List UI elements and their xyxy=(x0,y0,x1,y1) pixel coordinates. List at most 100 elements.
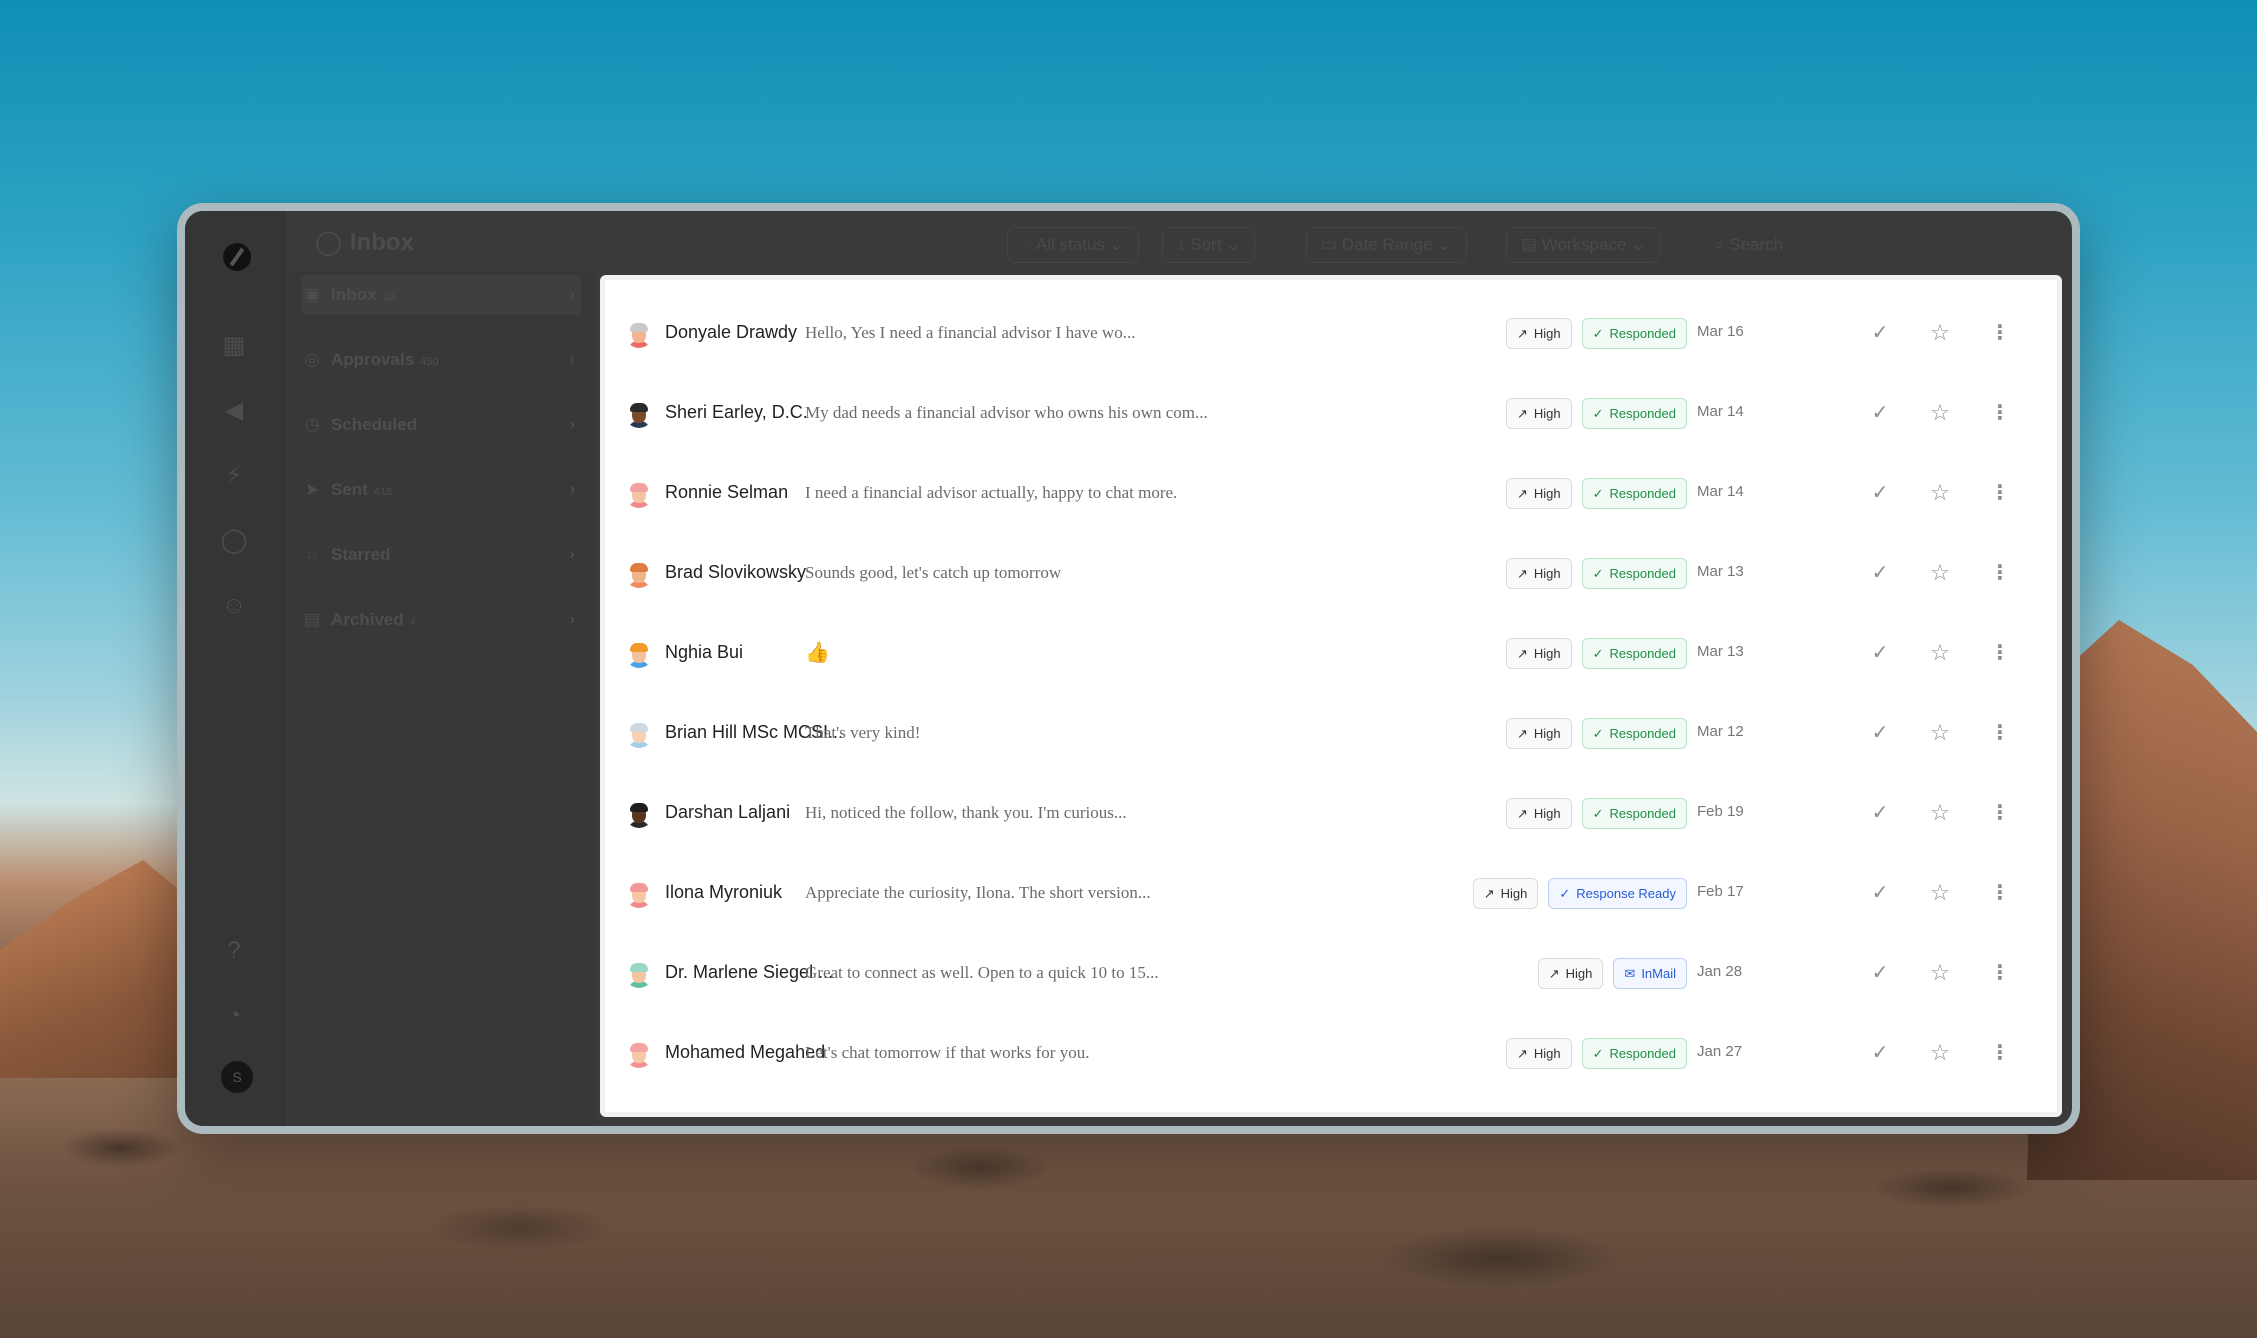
message-tags: ↗ High ✓ Responded xyxy=(1505,718,1687,749)
mark-done-button[interactable]: ✓ xyxy=(1863,1036,1897,1070)
lightning-icon[interactable]: ⚡ xyxy=(219,461,249,491)
chat-icon[interactable]: ◯ xyxy=(219,526,249,556)
star-button[interactable]: ☆ xyxy=(1923,476,1957,510)
sidebar-item-label: Approvals xyxy=(331,350,415,369)
more-options-button[interactable]: ⋮ xyxy=(1983,556,2017,590)
grid-icon[interactable]: ▦ xyxy=(219,331,249,361)
check-icon: ✓ xyxy=(1871,1042,1889,1064)
status-label: Responded xyxy=(1609,646,1677,661)
check-icon: ✓ xyxy=(1871,642,1889,664)
check-icon: ✓ xyxy=(1871,882,1889,904)
feedback-icon[interactable]: ◔ xyxy=(219,1001,249,1031)
mark-done-button[interactable]: ✓ xyxy=(1863,956,1897,990)
message-date: Mar 16 xyxy=(1697,323,1744,340)
kebab-menu-icon: ⋮ xyxy=(1990,322,2010,344)
priority-label: High xyxy=(1533,646,1561,661)
sidebar-item-count: 10 xyxy=(382,291,395,303)
icon-rail: ▦ ◀ ⚡ ◯ ☺ ? ◔ S xyxy=(185,211,285,1126)
check-icon: ✓ xyxy=(1871,562,1889,584)
more-options-button[interactable]: ⋮ xyxy=(1983,1036,2017,1070)
sidebar-item-sent[interactable]: ➤ Sent 418 › xyxy=(301,470,581,510)
star-button[interactable]: ☆ xyxy=(1923,796,1957,830)
more-options-button[interactable]: ⋮ xyxy=(1983,636,2017,670)
message-row[interactable]: Brad Slovikowsky Sounds good, let's catch… xyxy=(605,534,2057,614)
status-badge: ✓ Responded xyxy=(1581,1038,1687,1069)
star-button[interactable]: ☆ xyxy=(1923,876,1957,910)
sort-button[interactable]: ↓ Sort ⌄ xyxy=(1162,227,1256,263)
sidebar-item-scheduled[interactable]: ◷ Scheduled › xyxy=(301,405,581,445)
star-button[interactable]: ☆ xyxy=(1923,556,1957,590)
message-snippet: That's very kind! xyxy=(805,723,921,742)
star-icon: ☆ xyxy=(1930,320,1950,345)
sidebar-item-approvals[interactable]: ◎ Approvals 450 › xyxy=(301,340,581,380)
message-row[interactable]: Ronnie Selman I need a financial advisor … xyxy=(605,454,2057,534)
more-options-button[interactable]: ⋮ xyxy=(1983,716,2017,750)
workspace-filter[interactable]: ▤ Workspace ⌄ xyxy=(1506,227,1661,263)
check-circle-icon: ✓ xyxy=(1592,566,1604,581)
mark-done-button[interactable]: ✓ xyxy=(1863,476,1897,510)
message-row[interactable]: Mohamed Megahed Let's chat tomorrow if th… xyxy=(605,1014,2057,1094)
message-tags: ↗ High ✓ Responded xyxy=(1505,318,1687,349)
message-date: Feb 19 xyxy=(1697,803,1744,820)
star-button[interactable]: ☆ xyxy=(1923,316,1957,350)
sidebar-item-starred[interactable]: ☆ Starred › xyxy=(301,535,581,575)
kebab-menu-icon: ⋮ xyxy=(1990,802,2010,824)
star-button[interactable]: ☆ xyxy=(1923,716,1957,750)
mark-done-button[interactable]: ✓ xyxy=(1863,316,1897,350)
star-button[interactable]: ☆ xyxy=(1923,396,1957,430)
trending-up-icon: ↗ xyxy=(1516,486,1528,501)
mark-done-button[interactable]: ✓ xyxy=(1863,636,1897,670)
app-logo-icon[interactable] xyxy=(223,243,251,271)
mark-done-button[interactable]: ✓ xyxy=(1863,556,1897,590)
star-icon: ☆ xyxy=(1930,960,1950,985)
star-icon: ☆ xyxy=(1930,560,1950,585)
sort-label: Sort xyxy=(1190,235,1222,254)
star-button[interactable]: ☆ xyxy=(1923,636,1957,670)
message-snippet: I need a financial advisor actually, hap… xyxy=(805,483,1178,502)
mark-done-button[interactable]: ✓ xyxy=(1863,716,1897,750)
approvals-icon: ◎ xyxy=(304,350,320,369)
status-filter[interactable]: ◌ All status ⌄ xyxy=(1007,227,1139,263)
more-options-button[interactable]: ⋮ xyxy=(1983,796,2017,830)
mark-done-button[interactable]: ✓ xyxy=(1863,796,1897,830)
message-snippet: Great to connect as well. Open to a quic… xyxy=(805,963,1159,982)
sidebar-item-count: 418 xyxy=(373,486,393,498)
more-options-button[interactable]: ⋮ xyxy=(1983,476,2017,510)
more-options-button[interactable]: ⋮ xyxy=(1983,316,2017,350)
priority-label: High xyxy=(1565,966,1593,981)
mark-done-button[interactable]: ✓ xyxy=(1863,876,1897,910)
star-button[interactable]: ☆ xyxy=(1923,1036,1957,1070)
priority-badge: ↗ High xyxy=(1505,398,1572,429)
priority-badge: ↗ High xyxy=(1472,878,1539,909)
message-tags: ↗ High ✉ InMail xyxy=(1537,958,1687,989)
message-row[interactable]: Nghia Bui 👍 ↗ High ✓ Responded Mar 13 ✓ ☆ ⋮ xyxy=(605,614,2057,694)
more-options-button[interactable]: ⋮ xyxy=(1983,396,2017,430)
kebab-menu-icon: ⋮ xyxy=(1990,962,2010,984)
message-row[interactable]: Brian Hill MSc MCSI... That's very kind! ↗… xyxy=(605,694,2057,774)
message-row[interactable]: Sheri Earley, D.C. My dad needs a financi… xyxy=(605,374,2057,454)
mark-done-button[interactable]: ✓ xyxy=(1863,396,1897,430)
more-options-button[interactable]: ⋮ xyxy=(1983,956,2017,990)
contact-avatar xyxy=(625,480,653,508)
message-row[interactable]: Donyale Drawdy Hello, Yes I need a financ… xyxy=(605,294,2057,374)
megaphone-icon[interactable]: ◀ xyxy=(219,396,249,426)
priority-badge: ↗ High xyxy=(1505,318,1572,349)
search-input[interactable]: ⌕ Search xyxy=(1700,227,1970,263)
sidebar-item-archived[interactable]: ▤ Archived 4 › xyxy=(301,600,581,640)
message-snippet: Appreciate the curiosity, Ilona. The sho… xyxy=(805,883,1151,902)
more-options-button[interactable]: ⋮ xyxy=(1983,876,2017,910)
kebab-menu-icon: ⋮ xyxy=(1990,402,2010,424)
help-icon[interactable]: ? xyxy=(219,936,249,966)
star-icon: ☆ xyxy=(1930,720,1950,745)
date-range-filter[interactable]: ▭ Date Range ⌄ xyxy=(1306,227,1467,263)
message-row[interactable]: Ilona Myroniuk Appreciate the curiosity, … xyxy=(605,854,2057,934)
star-icon: ☆ xyxy=(1930,480,1950,505)
user-avatar[interactable]: S xyxy=(221,1061,253,1093)
trending-up-icon: ↗ xyxy=(1516,1046,1528,1061)
sidebar-item-inbox[interactable]: ▣ Inbox 10 › xyxy=(301,275,581,315)
message-row[interactable]: Dr. Marlene Siegel ... Great to connect a… xyxy=(605,934,2057,1014)
users-icon[interactable]: ☺ xyxy=(219,591,249,621)
message-row[interactable]: Darshan Laljani Hi, noticed the follow, t… xyxy=(605,774,2057,854)
contact-avatar xyxy=(625,640,653,668)
star-button[interactable]: ☆ xyxy=(1923,956,1957,990)
